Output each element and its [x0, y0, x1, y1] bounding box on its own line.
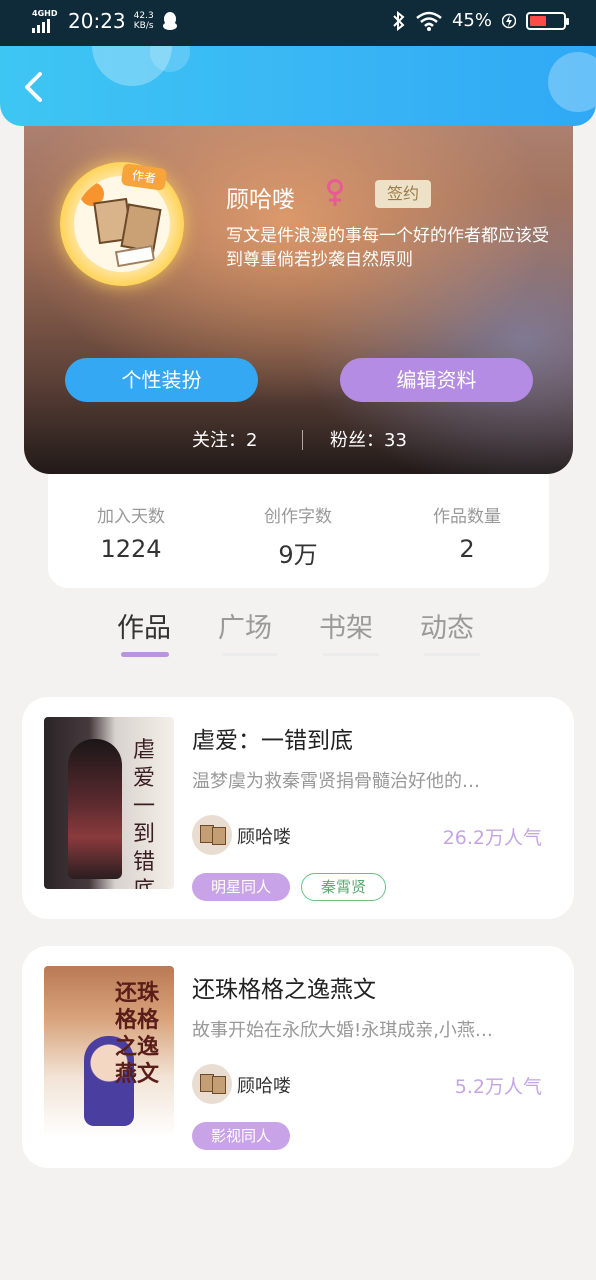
work-popularity: 26.2万人气: [442, 827, 542, 849]
tab-works[interactable]: 作品: [117, 606, 171, 645]
tab-underline: [424, 653, 480, 656]
book-cover[interactable]: 还珠格格之逸燕文: [44, 966, 174, 1138]
work-author: 顾哈喽: [237, 827, 291, 848]
female-icon: [327, 179, 343, 206]
character-tag[interactable]: 秦霄贤: [301, 873, 386, 901]
divider: [302, 430, 303, 450]
profile-card: 作者 顾哈喽 签约 写文是件浪漫的事每一个好的作者都应该受到尊重倘若抄袭自然原则…: [24, 100, 573, 474]
work-author: 顾哈喽: [237, 1076, 291, 1097]
work-card[interactable]: 虐爱一到错底 虐爱：一错到底 温梦虞为救秦霄贤捐骨髓治好他的… 顾哈喽 26.2…: [22, 697, 574, 919]
battery-percent: 45%: [451, 10, 492, 31]
net-speed: 42.3 KB/s: [133, 11, 154, 31]
signed-badge: 签约: [375, 180, 431, 208]
header-bar: [0, 46, 596, 126]
wifi-icon: [416, 11, 442, 31]
status-bar: 4GHD 20:23 42.3 KB/s 45%: [0, 0, 596, 46]
following-count[interactable]: 关注：2: [192, 426, 257, 452]
follow-stats: 关注：2 粉丝：33: [24, 426, 573, 456]
qq-icon: [162, 12, 177, 30]
stat-words: 创作字数 9万: [264, 507, 332, 569]
back-arrow-icon[interactable]: [20, 70, 48, 104]
work-title[interactable]: 虐爱：一错到底: [192, 721, 353, 755]
tab-underline: [222, 653, 278, 656]
tab-underline: [323, 653, 379, 656]
work-card[interactable]: 还珠格格之逸燕文 还珠格格之逸燕文 故事开始在永欣大婚!永琪成亲,小燕… 顾哈喽…: [22, 946, 574, 1168]
dress-up-button[interactable]: 个性装扮: [65, 358, 258, 402]
username: 顾哈喽: [226, 187, 295, 213]
work-title[interactable]: 还珠格格之逸燕文: [192, 970, 376, 1004]
charging-icon: [502, 13, 516, 28]
fans-count[interactable]: 粉丝：33: [330, 426, 407, 452]
genre-tag[interactable]: 明星同人: [192, 873, 290, 901]
clock: 20:23: [68, 9, 126, 33]
signal-icon: 4GHD: [32, 9, 60, 33]
genre-tag[interactable]: 影视同人: [192, 1122, 290, 1150]
network-type: 4GHD: [32, 9, 58, 18]
user-bio: 写文是件浪漫的事每一个好的作者都应该受到尊重倘若抄袭自然原则: [226, 226, 549, 270]
work-description: 故事开始在永欣大婚!永琪成亲,小燕…: [192, 1020, 493, 1041]
stats-card: 加入天数 1224 创作字数 9万 作品数量 2: [48, 474, 549, 588]
tab-activity[interactable]: 动态: [420, 606, 474, 645]
book-cover[interactable]: 虐爱一到错底: [44, 717, 174, 889]
tab-bookshelf[interactable]: 书架: [319, 606, 373, 645]
cover-title: 虐爱一到错底: [132, 738, 155, 889]
bluetooth-icon: [393, 10, 405, 31]
stat-days: 加入天数 1224: [97, 507, 165, 563]
battery-icon: [526, 11, 569, 30]
author-avatar: [192, 1064, 232, 1104]
author-avatar: [192, 815, 232, 855]
edit-profile-button[interactable]: 编辑资料: [340, 358, 533, 402]
tab-square[interactable]: 广场: [218, 606, 272, 645]
avatar[interactable]: 作者: [60, 162, 184, 286]
work-popularity: 5.2万人气: [454, 1076, 542, 1098]
work-description: 温梦虞为救秦霄贤捐骨髓治好他的…: [192, 771, 480, 792]
stat-works: 作品数量 2: [433, 507, 501, 563]
cover-title: 还珠格格之逸燕文: [114, 980, 159, 1087]
active-tab-indicator: [121, 652, 169, 657]
